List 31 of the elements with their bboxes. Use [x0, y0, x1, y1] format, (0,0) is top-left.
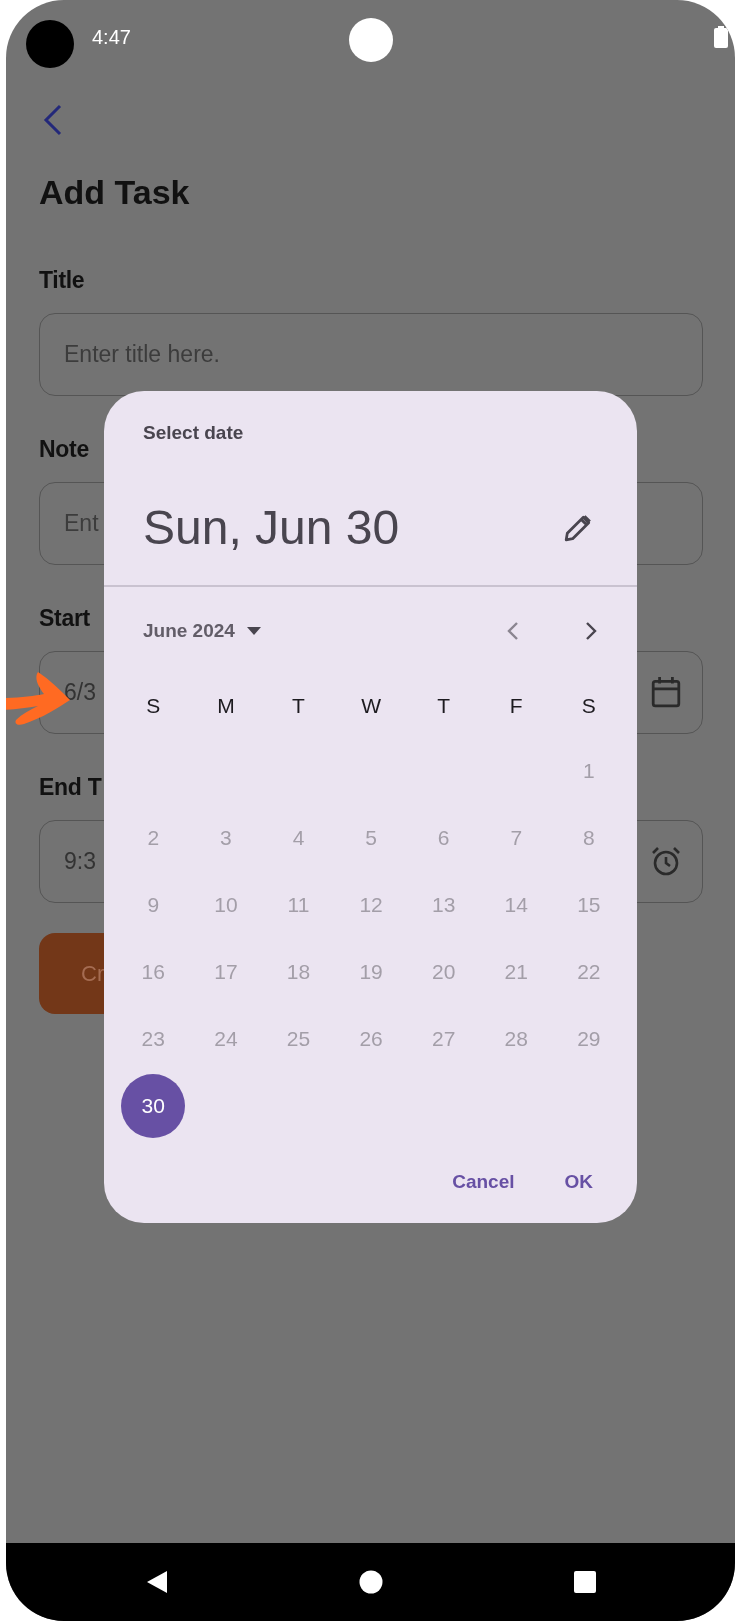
day-button[interactable]: 30 [121, 1074, 186, 1138]
caret-icon [246, 626, 261, 635]
weekday-label: W [361, 693, 381, 718]
calendar-icon[interactable] [651, 676, 681, 708]
chevron-left-icon [507, 620, 519, 641]
pencil-icon[interactable] [563, 513, 593, 543]
dialog-title: Select date [143, 421, 244, 445]
square-icon[interactable] [572, 1570, 597, 1594]
field-label: End T [39, 773, 102, 802]
weekday-label: M [217, 693, 235, 718]
month-year-dropdown[interactable]: June 2024 [137, 615, 267, 646]
status-dot [348, 18, 393, 62]
camera-dot [26, 20, 74, 68]
field-label: Title [39, 266, 85, 295]
chevron-left-icon [43, 104, 63, 136]
page-title: Add Task [39, 172, 190, 212]
home-circle-icon[interactable] [358, 1570, 383, 1594]
field-label: Note [39, 435, 89, 464]
ok-button[interactable]: OK [550, 1161, 607, 1203]
weekday-label: T [292, 693, 305, 718]
chevron-right-icon [585, 620, 597, 641]
weekday-label: S [581, 693, 596, 718]
battery-icon [714, 26, 728, 48]
weekday-label: T [437, 693, 451, 718]
weekday-label: S [146, 693, 161, 718]
cancel-button[interactable]: Cancel [438, 1161, 529, 1203]
status-time: 4:47 [92, 25, 131, 49]
field-label: Start [39, 604, 90, 633]
weekday-label: F [509, 693, 523, 718]
alarm-clock-icon[interactable] [651, 845, 681, 877]
selected-date-headline: Sun, Jun 30 [143, 500, 400, 556]
